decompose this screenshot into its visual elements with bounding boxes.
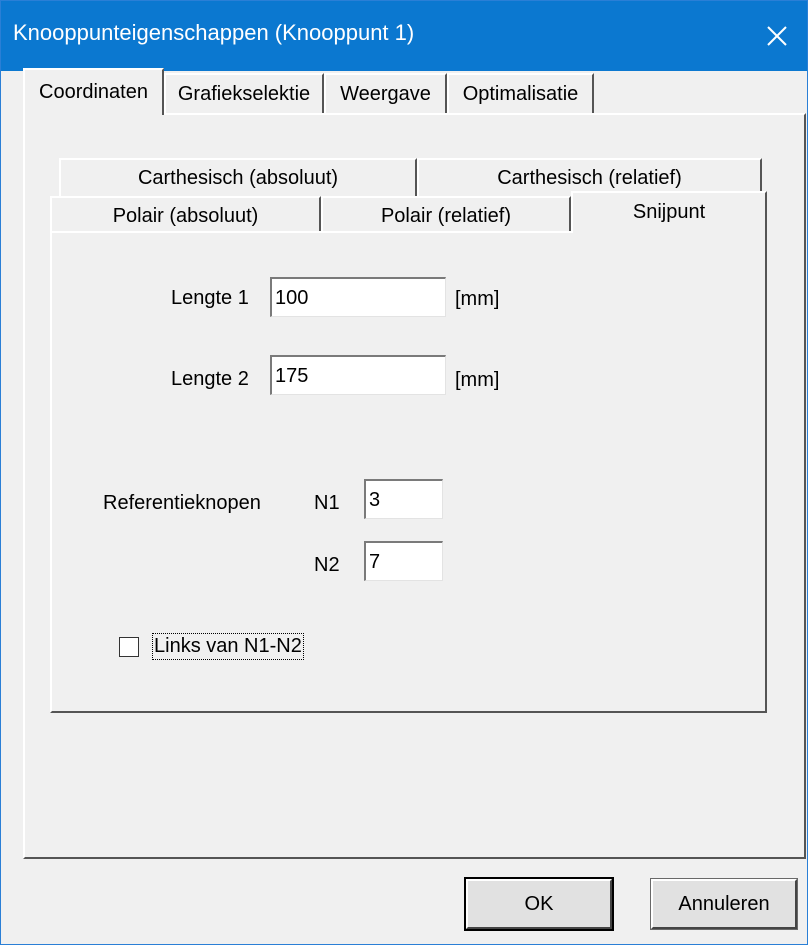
tab-optimalisatie[interactable]: Optimalisatie xyxy=(447,73,594,113)
lengte2-label: Lengte 2 xyxy=(171,368,249,390)
tab-carthesisch-absoluut[interactable]: Carthesisch (absoluut) xyxy=(59,158,417,196)
lengte2-unit: [mm] xyxy=(455,369,500,391)
tab-label: Carthesisch (absoluut) xyxy=(137,166,339,189)
tab-label: Optimalisatie xyxy=(462,82,579,105)
tab-label: Polair (absoluut) xyxy=(112,204,259,227)
tab-label: Polair (relatief) xyxy=(380,204,512,227)
tab-label: Grafiekselektie xyxy=(177,82,311,105)
close-button[interactable] xyxy=(747,1,807,71)
close-icon xyxy=(767,26,787,46)
tab-grafiekselektie[interactable]: Grafiekselektie xyxy=(164,73,324,113)
tab-label: Coordinaten xyxy=(39,81,148,103)
lengte2-input[interactable] xyxy=(270,355,446,395)
referentieknopen-label: Referentieknopen xyxy=(103,492,261,514)
lengte1-unit: [mm] xyxy=(455,288,500,310)
n1-label: N1 xyxy=(314,492,340,514)
tab-polair-absoluut[interactable]: Polair (absoluut) xyxy=(50,196,321,234)
cancel-button[interactable]: Annuleren xyxy=(650,878,798,930)
title-bar[interactable]: Knooppunteigenschappen (Knooppunt 1) xyxy=(1,1,807,71)
dialog-window: Knooppunteigenschappen (Knooppunt 1) Coo… xyxy=(0,0,808,945)
tab-label: Snijpunt xyxy=(632,201,706,223)
window-title: Knooppunteigenschappen (Knooppunt 1) xyxy=(13,20,415,45)
ok-button[interactable]: OK xyxy=(464,877,614,931)
links-van-label[interactable]: Links van N1-N2 xyxy=(152,633,304,660)
n2-label: N2 xyxy=(314,554,340,576)
tab-polair-relatief[interactable]: Polair (relatief) xyxy=(321,196,571,234)
cancel-label: Annuleren xyxy=(678,892,770,915)
ok-label: OK xyxy=(524,892,554,915)
tab-snijpunt[interactable]: Snijpunt xyxy=(571,191,767,233)
links-van-checkbox[interactable] xyxy=(119,637,139,657)
n2-input[interactable] xyxy=(364,541,443,581)
tab-label: Carthesisch (relatief) xyxy=(497,166,682,189)
tab-coordinaten[interactable]: Coordinaten xyxy=(23,68,164,115)
lengte1-label: Lengte 1 xyxy=(171,287,249,309)
tab-weergave[interactable]: Weergave xyxy=(324,73,447,113)
tab-label: Weergave xyxy=(340,82,431,105)
n1-input[interactable] xyxy=(364,479,443,519)
lengte1-input[interactable] xyxy=(270,277,446,317)
